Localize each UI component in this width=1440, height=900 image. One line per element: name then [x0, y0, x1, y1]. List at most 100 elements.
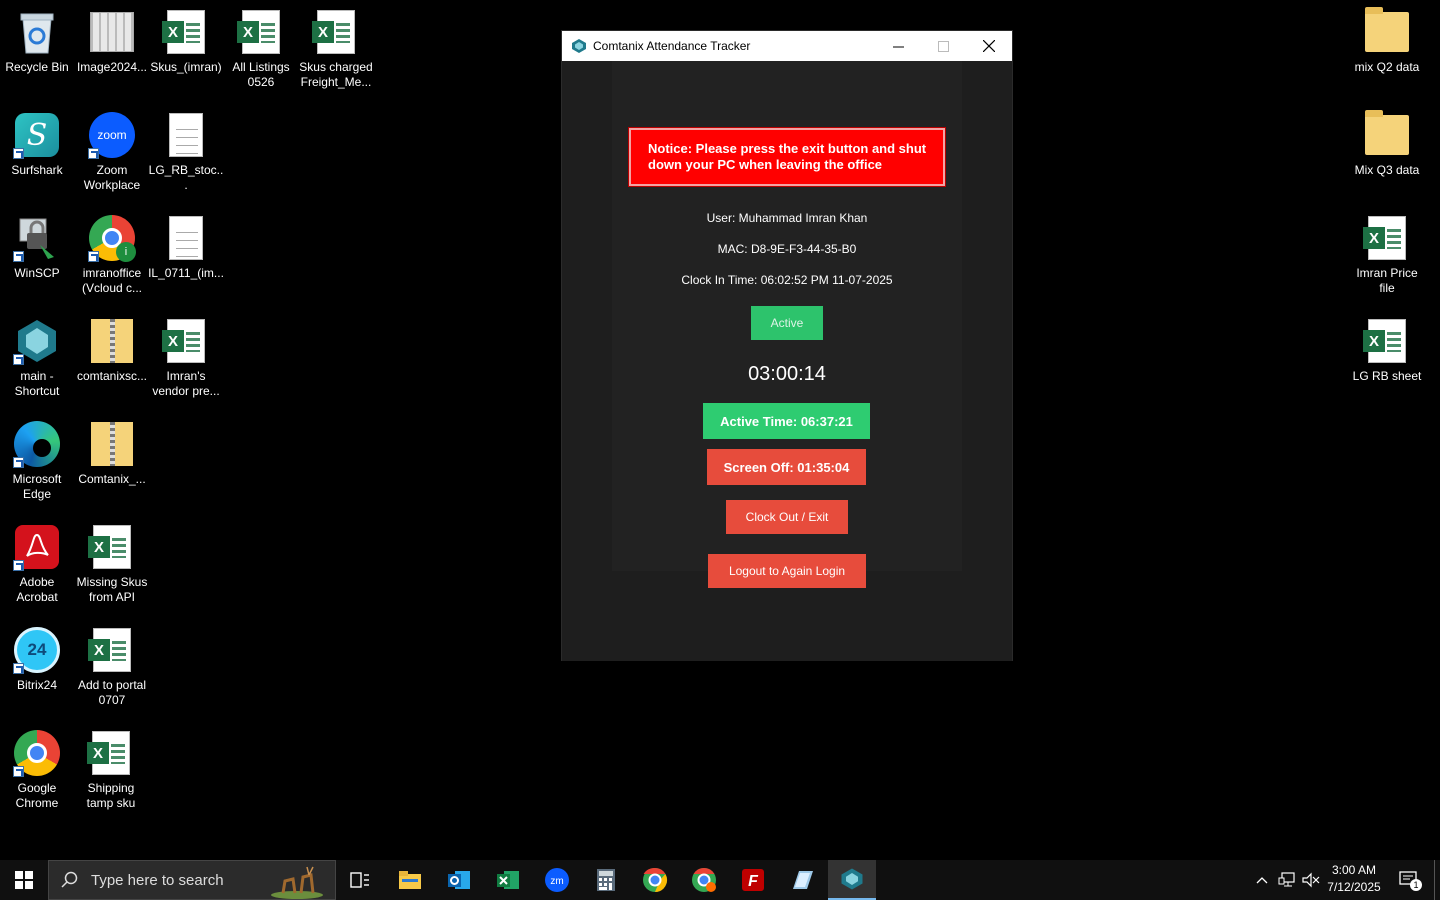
notification-count-badge: 1: [1410, 879, 1422, 891]
desktop-icon-winscp[interactable]: WinSCP: [0, 214, 75, 281]
status-button[interactable]: Active: [751, 306, 823, 340]
notification-center-button[interactable]: 1: [1394, 860, 1424, 900]
clock-out-button[interactable]: Clock Out / Exit: [726, 500, 848, 534]
app-icon: [572, 39, 586, 53]
excel-file-icon: X: [162, 8, 210, 56]
session-timer: 03:00:14: [748, 363, 826, 385]
minimize-icon: [892, 46, 904, 47]
filezilla-icon: F: [742, 869, 764, 891]
taskbar-chrome-profile[interactable]: [680, 860, 728, 900]
clock-in-label: Clock In Time: 06:02:52 PM 11-07-2025: [681, 273, 893, 287]
taskbar: Type here to search zm F 3:00 AM 7/12/20…: [0, 860, 1440, 900]
desktop-icon-comtanix-zip[interactable]: Comtanix_...: [74, 420, 150, 487]
logout-button[interactable]: Logout to Again Login: [708, 554, 866, 588]
chrome-profile-icon: [692, 868, 716, 892]
clock-time: 3:00 AM: [1331, 863, 1377, 877]
desktop-icon-zoom[interactable]: zoom Zoom Workplace: [74, 111, 150, 193]
minimize-button[interactable]: [875, 31, 921, 61]
taskbar-clock[interactable]: 3:00 AM 7/12/2025: [1322, 862, 1386, 896]
windows-logo-icon: [15, 871, 33, 889]
zoom-icon: zm: [545, 868, 569, 892]
zip-folder-icon: [88, 317, 136, 365]
desktop-icon-imran-price-file[interactable]: X Imran Price file: [1349, 214, 1425, 296]
chevron-up-icon: [1256, 877, 1268, 884]
desktop-icon-mix-q2-data[interactable]: mix Q2 data: [1349, 7, 1425, 75]
taskbar-zoom[interactable]: zm: [533, 860, 581, 900]
taskbar-outlook[interactable]: [435, 860, 483, 900]
desktop-icon-bitrix24[interactable]: 24 Bitrix24: [0, 626, 75, 693]
desktop-icon-mix-q3-data[interactable]: Mix Q3 data: [1349, 110, 1425, 178]
taskbar-pen-app[interactable]: [778, 860, 826, 900]
edge-icon: [13, 420, 61, 468]
desktop-icon-image-file[interactable]: Image2024...: [74, 8, 150, 75]
text-file-icon: [162, 111, 210, 159]
desktop-icon-surfshark[interactable]: S Surfshark: [0, 111, 75, 178]
acrobat-icon: [13, 523, 61, 571]
winscp-icon: [13, 214, 61, 262]
pen-app-icon: [793, 871, 813, 889]
active-time-badge: Active Time: 06:37:21: [703, 403, 870, 439]
surfshark-icon: S: [13, 111, 61, 159]
calculator-icon: [597, 869, 615, 891]
mac-label: MAC: D8-9E-F3-44-35-B0: [717, 242, 857, 256]
desktop-icon-lg-rb-stock[interactable]: LG_RB_stoc...: [148, 111, 224, 193]
desktop-icon-imranoffice-chrome[interactable]: i imranoffice (Vcloud c...: [74, 214, 150, 296]
search-highlight-deer-icon: [271, 866, 323, 899]
taskbar-search[interactable]: Type here to search: [48, 860, 336, 900]
desktop-icon-comtanixsc[interactable]: comtanixsc...: [74, 317, 150, 384]
folder-icon: [1363, 7, 1411, 56]
screen-off-badge: Screen Off: 01:35:04: [707, 449, 866, 485]
window-title: Comtanix Attendance Tracker: [593, 39, 751, 53]
chrome-icon: [13, 729, 61, 777]
taskbar-calculator[interactable]: [582, 860, 630, 900]
chrome-profile-icon: i: [88, 214, 136, 262]
task-view-icon: [350, 872, 369, 888]
desktop-icon-main-shortcut[interactable]: main - Shortcut: [0, 317, 75, 399]
volume-tray-button[interactable]: [1299, 860, 1323, 900]
desktop-icon-all-listings[interactable]: X All Listings 0526: [223, 8, 299, 90]
maximize-button[interactable]: [920, 31, 966, 61]
taskbar-filezilla[interactable]: F: [729, 860, 777, 900]
taskbar-file-explorer[interactable]: [386, 860, 434, 900]
close-button[interactable]: [966, 31, 1012, 61]
network-tray-button[interactable]: [1275, 860, 1299, 900]
taskbar-attendance-tracker[interactable]: [828, 860, 876, 900]
start-button[interactable]: [0, 860, 48, 900]
title-bar[interactable]: Comtanix Attendance Tracker: [562, 31, 1012, 61]
desktop-icon-skus-imran[interactable]: X Skus_(imran): [148, 8, 224, 75]
excel-file-icon: X: [1363, 214, 1411, 262]
desktop-icon-imrans-vendor[interactable]: X Imran's vendor pre...: [148, 317, 224, 399]
desktop-icon-google-chrome[interactable]: Google Chrome: [0, 729, 75, 811]
desktop-icon-adobe-acrobat[interactable]: Adobe Acrobat: [0, 523, 75, 605]
desktop-icon-missing-skus[interactable]: X Missing Skus from API: [74, 523, 150, 605]
desktop-icon-microsoft-edge[interactable]: Microsoft Edge: [0, 420, 75, 502]
desktop-icon-recycle-bin[interactable]: Recycle Bin: [0, 8, 75, 75]
taskbar-excel[interactable]: [484, 860, 532, 900]
clock-date: 7/12/2025: [1327, 880, 1381, 894]
user-label: User: Muhammad Imran Khan: [706, 211, 868, 225]
chrome-icon: [643, 867, 668, 892]
notice-banner: Notice: Please press the exit button and…: [629, 128, 945, 186]
file-explorer-icon: [399, 871, 421, 889]
maximize-icon: [937, 40, 949, 52]
svg-text:zm: zm: [550, 876, 563, 887]
folder-icon: [1363, 110, 1411, 159]
taskbar-chrome[interactable]: [631, 860, 679, 900]
task-view-button[interactable]: [336, 860, 384, 900]
excel-file-icon: X: [237, 8, 285, 56]
network-icon: [1278, 872, 1295, 887]
svg-text:F: F: [748, 873, 759, 890]
desktop-icon-skus-charged-freight[interactable]: X Skus charged Freight_Me...: [298, 8, 374, 90]
desktop-icon-shipping-tamp-sku[interactable]: X Shipping tamp sku: [73, 729, 149, 811]
show-desktop-button[interactable]: [1434, 860, 1440, 900]
show-hidden-icons-button[interactable]: [1250, 860, 1274, 900]
desktop-icon-add-to-portal[interactable]: X Add to portal 0707: [74, 626, 150, 708]
desktop-icon-il-0711[interactable]: IL_0711_(im...: [148, 214, 224, 281]
zoom-icon: zoom: [88, 111, 136, 159]
attendance-tracker-icon: [841, 868, 863, 890]
text-file-icon: [162, 214, 210, 262]
excel-file-icon: X: [1363, 317, 1411, 365]
excel-file-icon: X: [88, 523, 136, 571]
desktop-icon-lg-rb-sheet[interactable]: X LG RB sheet: [1349, 317, 1425, 384]
excel-icon: [497, 871, 519, 889]
